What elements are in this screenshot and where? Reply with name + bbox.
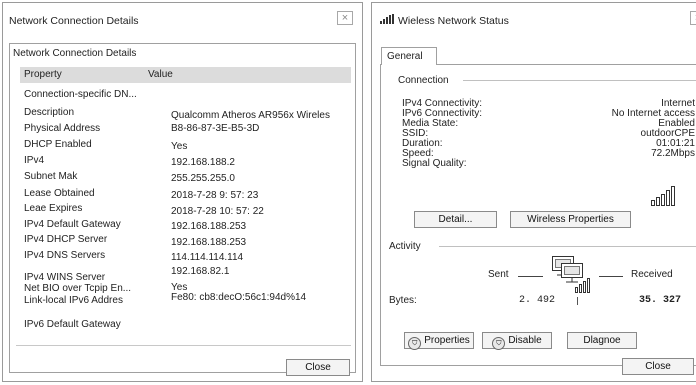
value-cell: Qualcomm Atheros AR956x Wireles: [171, 110, 330, 121]
value-cell: 192.168.188.253: [171, 221, 247, 232]
sent-line: [518, 276, 543, 277]
value-cell: 192.168.188.2: [171, 157, 235, 168]
disable-button-label: Disable: [508, 335, 542, 346]
shield-icon: ⛉: [408, 337, 422, 350]
sent-label: Sent: [488, 269, 509, 280]
signal-quality-icon: [651, 186, 675, 206]
property-cell: Link-local IPv6 Addres: [24, 295, 123, 306]
signal-icon: [380, 14, 394, 24]
connection-section-title: Connection: [398, 75, 453, 86]
close-button[interactable]: Close: [286, 359, 350, 376]
network-computers-icon: [552, 256, 590, 293]
tab-general[interactable]: General: [381, 47, 437, 65]
group-title: Network Connection Details: [13, 48, 137, 59]
title-bar: Wieless Network Status ×: [372, 3, 696, 33]
details-group: Network Connection Details Property Valu…: [9, 43, 356, 373]
close-button[interactable]: Close: [622, 358, 694, 375]
bytes-received-value: 35. 327: [639, 295, 682, 306]
value-cell: 2018-7-28 9: 57: 23: [171, 190, 259, 201]
property-cell: IPv4 DHCP Server: [24, 234, 108, 245]
property-cell: Subnet Mak: [24, 171, 78, 182]
bytes-divider: [577, 297, 578, 305]
title-bar: Network Connection Details ×: [3, 3, 362, 33]
shield-icon: ⛉: [492, 337, 506, 350]
value-cell: 192.168.188.253: [171, 237, 247, 248]
property-cell: IPv4 Default Gateway: [24, 219, 121, 230]
value-cell: 255.255.255.0: [171, 173, 235, 184]
close-icon[interactable]: ×: [690, 11, 696, 25]
properties-button-label: Properties: [424, 335, 470, 346]
divider: [16, 345, 351, 346]
wireless-network-status-window: Wieless Network Status × General Connect…: [371, 2, 696, 382]
disable-button[interactable]: ⛉ Disable: [482, 332, 552, 350]
bytes-label: Bytes:: [389, 295, 417, 306]
diagnose-button[interactable]: Dlagnoe: [567, 332, 637, 349]
received-line: [599, 276, 623, 277]
value-cell: 2018-7-28 10: 57: 22: [171, 206, 264, 217]
column-header-property[interactable]: Property: [24, 69, 62, 80]
value-cell: B8-86-87-3E-B5-3D: [171, 123, 260, 134]
property-cell: Physical Address: [24, 123, 101, 134]
close-icon[interactable]: ×: [337, 11, 353, 25]
table-header: Property Value: [20, 67, 351, 83]
network-connection-details-window: Network Connection Details × Network Con…: [2, 2, 363, 382]
property-cell: Description: [24, 107, 75, 118]
property-cell: Net BIO over Tcpip En...: [24, 283, 132, 294]
property-cell: Leae Expires: [24, 203, 83, 214]
window-title: Network Connection Details: [9, 15, 139, 27]
activity-divider: [439, 246, 696, 247]
general-tab-panel: Connection IPv4 Connectivity: Internet I…: [380, 64, 696, 366]
value-cell: Fe80: cb8:decO:56c1:94d%14: [171, 292, 307, 303]
wireless-properties-button[interactable]: Wireless Properties: [510, 211, 631, 228]
property-cell: Lease Obtained: [24, 188, 95, 199]
column-header-value[interactable]: Value: [148, 69, 173, 80]
property-cell: IPv6 Default Gateway: [24, 319, 121, 330]
property-cell: DHCP Enabled: [24, 139, 92, 150]
received-label: Received: [631, 269, 673, 280]
value-cell: 192.168.82.1: [171, 266, 230, 277]
activity-section-title: Activity: [389, 241, 425, 252]
speed-value: 72.2Mbps: [651, 148, 695, 159]
connection-divider: [463, 80, 696, 81]
bytes-sent-value: 2. 492: [519, 295, 556, 306]
property-cell: IPv4: [24, 155, 45, 166]
detail-button[interactable]: Detail...: [414, 211, 497, 228]
properties-button[interactable]: ⛉ Properties: [404, 332, 474, 350]
property-cell: Connection-specific DN...: [24, 89, 137, 100]
property-cell: IPv4 DNS Servers: [24, 250, 106, 261]
value-cell: 114.114.114.114: [171, 252, 244, 263]
value-cell: Yes: [171, 141, 188, 152]
signal-quality-label: Signal Quality:: [402, 158, 467, 169]
property-cell: IPv4 WINS Server: [24, 272, 106, 283]
window-title: Wieless Network Status: [398, 15, 509, 27]
